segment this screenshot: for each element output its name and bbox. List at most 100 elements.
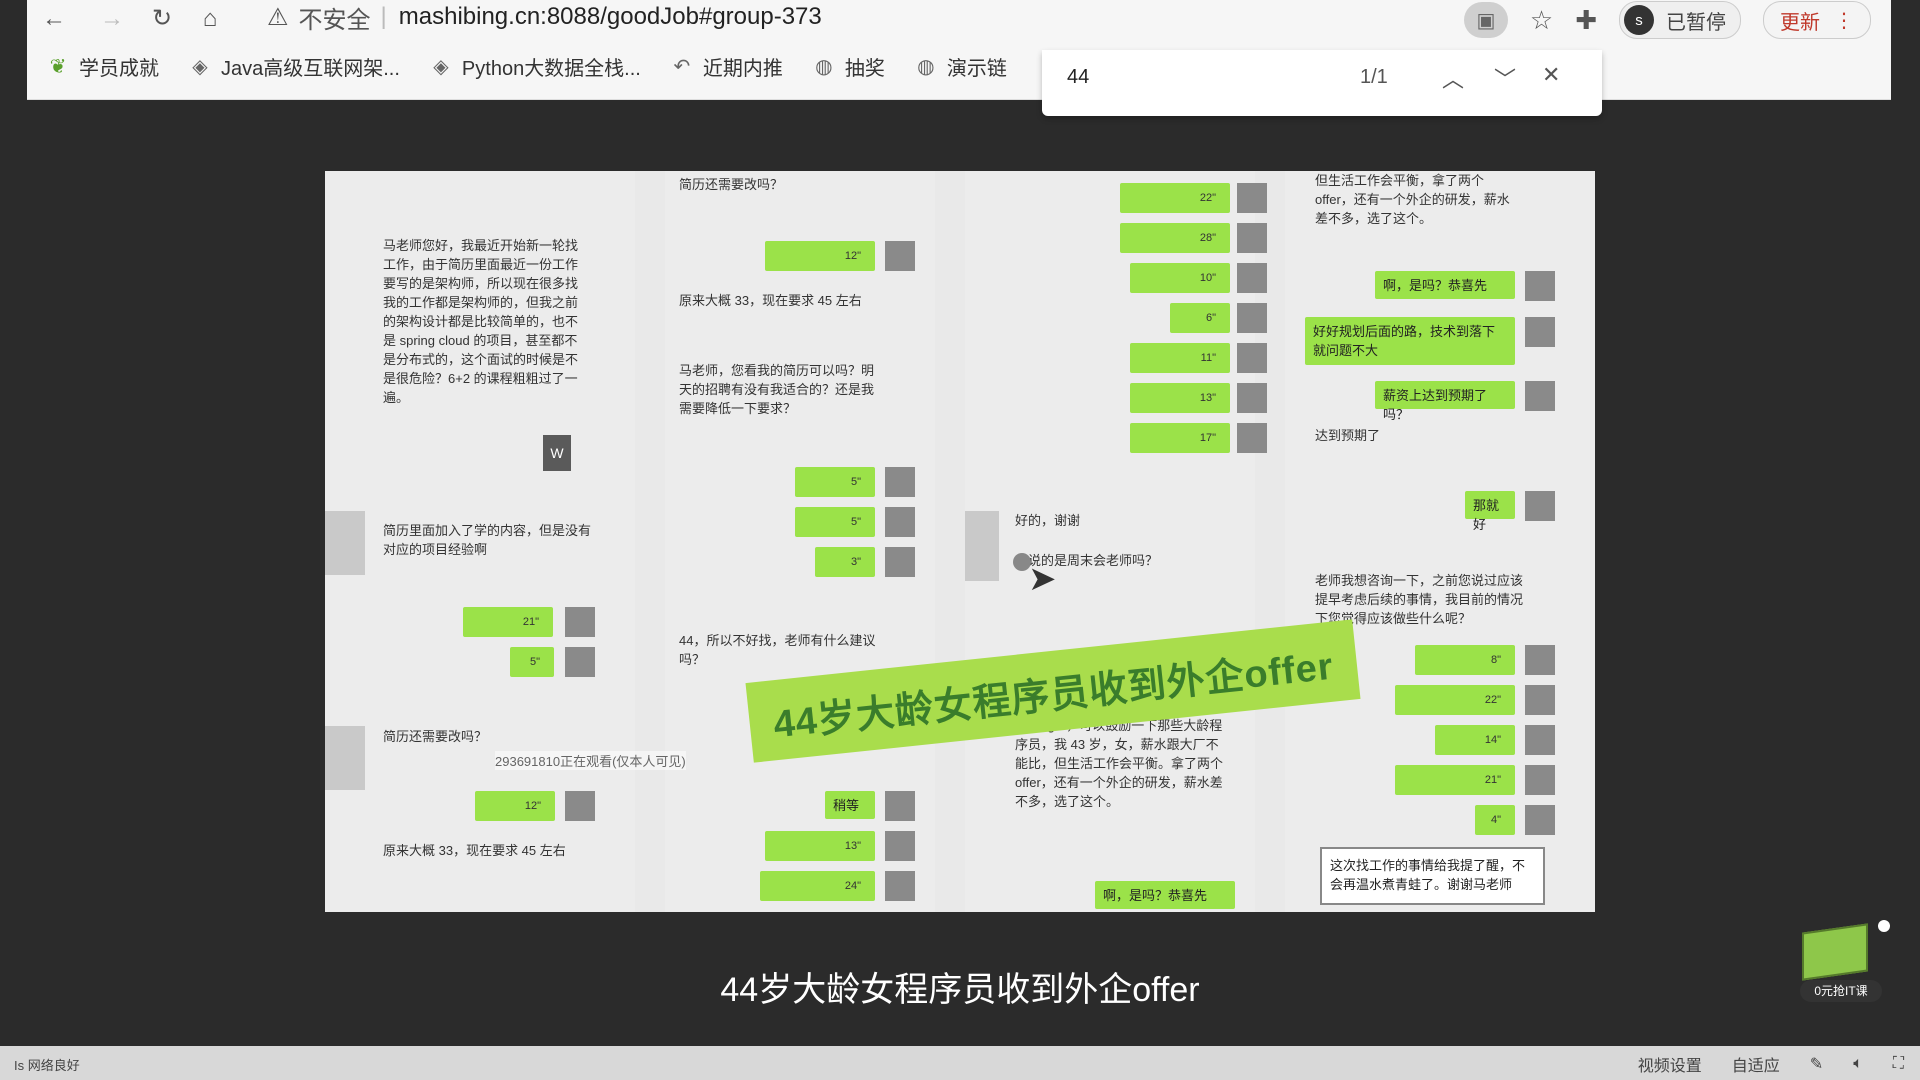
avatar-thumb <box>1525 685 1555 715</box>
text-bubble: 那就好 <box>1465 491 1515 532</box>
bookmarks-bar: ❦ 学员成就 ◈ Java高级互联网架... ◈ Python大数据全栈... ↶ 近期… <box>47 52 1007 81</box>
voice-bubble: 12" <box>475 791 555 821</box>
reload-icon[interactable]: ↻ <box>147 4 177 34</box>
pencil-icon[interactable]: ✎ <box>1810 1054 1823 1074</box>
text-bubble: 啊，是吗？恭喜先 <box>1095 881 1235 909</box>
player-control-bar: Is 网络良好 视频设置 自适应 ✎ 🔈︎ ⛶ <box>0 1046 1920 1080</box>
find-next-icon[interactable]: ﹀ <box>1494 62 1516 94</box>
voice-bubble: 28" <box>1120 223 1230 253</box>
star-icon[interactable]: ☆ <box>1530 5 1553 36</box>
extension-icon[interactable]: ▣ <box>1463 2 1508 38</box>
avatar-thumb <box>1237 183 1267 213</box>
text-bubble: 啊，是吗？恭喜先 <box>1375 271 1515 299</box>
chat-message: 达到预期了 <box>1315 428 1381 443</box>
avatar-thumb <box>1237 263 1267 293</box>
avatar-block <box>325 726 365 790</box>
avatar-thumb <box>885 467 915 497</box>
address-bar[interactable]: ⚠ 不安全 | mashibing.cn:8088/goodJob#group-… <box>267 0 822 34</box>
promo-label: 0元抢IT课 <box>1800 980 1882 1002</box>
avatar-thumb <box>565 607 595 637</box>
avatar-thumb <box>1525 805 1555 835</box>
voice-bubble: 5" <box>795 507 875 537</box>
voice-bubble: 10" <box>1130 263 1230 293</box>
back-icon[interactable]: ← <box>39 4 69 34</box>
bookmark-label: 抽奖 <box>844 58 885 80</box>
bookmark-2[interactable]: ◈ Python大数据全栈... <box>430 52 641 81</box>
avatar-thumb <box>565 791 595 821</box>
avatar-thumb <box>885 241 915 271</box>
url-text[interactable]: mashibing.cn:8088/goodJob#group-373 <box>399 3 822 31</box>
avatar-thumb <box>1525 271 1555 301</box>
chat-column-1: 马老师您好，我最近开始新一轮找工作，由于简历里面最近一份工作要写的是架构师，所以… <box>325 171 635 912</box>
browser-chrome: ← → ↻ ⌂ ⚠ 不安全 | mashibing.cn:8088/goodJo… <box>27 0 1891 116</box>
promo-board-icon <box>1802 923 1868 981</box>
more-menu-icon[interactable]: ⋮ <box>1834 8 1854 33</box>
bookmark-0[interactable]: ❦ 学员成就 <box>47 52 159 81</box>
voice-bubble: 17" <box>1130 423 1230 453</box>
promo-widget[interactable]: 0元抢IT课 <box>1800 920 1890 1004</box>
bookmark-label: 演示链 <box>946 58 1007 80</box>
avatar-thumb <box>885 791 915 821</box>
avatar-thumb <box>1525 381 1555 411</box>
globe-icon: ◍ <box>815 56 833 78</box>
volume-icon[interactable]: 🔈︎ <box>1853 1055 1863 1073</box>
update-button[interactable]: 更新 ⋮ <box>1763 1 1871 39</box>
voice-bubble: 6" <box>1170 303 1230 333</box>
voice-bubble: 22" <box>1395 685 1515 715</box>
avatar-thumb <box>1237 223 1267 253</box>
voice-bubble: 13" <box>1130 383 1230 413</box>
text-bubble: 好好规划后面的路，技术到落下就问题不大 <box>1305 317 1515 365</box>
voice-bubble: 4" <box>1475 805 1515 835</box>
chat-message: 好的，谢谢 <box>1015 513 1081 528</box>
text-bubble: 这次找工作的事情给我提了醒，不会再温水煮青蛙了。谢谢马老师 <box>1320 847 1545 905</box>
avatar-thumb <box>885 831 915 861</box>
avatar-thumb <box>1237 383 1267 413</box>
avatar-thumb <box>885 547 915 577</box>
find-input[interactable]: 44 <box>1067 66 1089 89</box>
avatar-thumb <box>1237 423 1267 453</box>
share-icon: ↶ <box>673 56 691 78</box>
avatar-thumb <box>565 647 595 677</box>
video-frame[interactable]: 马老师您好，我最近开始新一轮找工作，由于简历里面最近一份工作要写的是架构师，所以… <box>325 171 1595 912</box>
avatar-thumb <box>1525 645 1555 675</box>
find-prev-icon[interactable]: ︿ <box>1442 62 1464 94</box>
leaf-icon: ❦ <box>49 56 67 78</box>
find-close-icon[interactable]: ✕ <box>1542 62 1560 88</box>
chat-message: 原来大概 33，现在要求 45 左右 <box>383 843 566 858</box>
puzzle-icon[interactable]: ✚ <box>1575 5 1597 36</box>
video-settings-button[interactable]: 视频设置 <box>1638 1052 1702 1076</box>
word-doc-icon: W <box>543 435 571 471</box>
bookmark-1[interactable]: ◈ Java高级互联网架... <box>189 52 400 81</box>
text-bubble: 稍等 <box>825 791 875 819</box>
voice-bubble: 14" <box>1435 725 1515 755</box>
mouse-cursor-icon: ➤ <box>1028 560 1057 598</box>
home-icon[interactable]: ⌂ <box>195 4 225 34</box>
bookmark-label: 学员成就 <box>79 58 159 80</box>
gem-icon: ◈ <box>192 56 208 78</box>
text-bubble: 薪资上达到预期了吗？ <box>1375 381 1515 422</box>
chat-message: 但生活工作会平衡，拿了两个 offer，还有一个外企的研发，薪水差不多，选了这个… <box>1315 173 1510 226</box>
chat-message: 马老师您好，我最近开始新一轮找工作，由于简历里面最近一份工作要写的是架构师，所以… <box>383 238 579 405</box>
find-bar: 44 1/1 ︿ ﹀ ✕ <box>1042 50 1602 116</box>
bookmark-4[interactable]: ◍ 抽奖 <box>813 52 885 81</box>
fit-button[interactable]: 自适应 <box>1732 1052 1780 1076</box>
promo-close-dot[interactable] <box>1878 920 1890 932</box>
profile-paused-button[interactable]: s 已暂停 <box>1619 1 1741 39</box>
voice-bubble: 24" <box>760 871 875 901</box>
chat-column-4: 但生活工作会平衡，拿了两个 offer，还有一个外企的研发，薪水差不多，选了这个… <box>1285 171 1595 912</box>
avatar-thumb <box>885 871 915 901</box>
warning-icon: ⚠ <box>267 3 289 31</box>
avatar-thumb <box>1525 317 1555 347</box>
avatar-thumb <box>885 507 915 537</box>
chat-column-2: 简历还需要改吗？ 12" 原来大概 33，现在要求 45 左右 马老师，您看我的… <box>665 171 935 912</box>
network-status: Is 网络良好 <box>14 1058 80 1073</box>
forward-icon[interactable]: → <box>97 4 127 34</box>
avatar-block <box>965 511 999 581</box>
chat-message: 马老师，您看我的简历可以吗？明天的招聘有没有我适合的？还是我需要降低一下要求？ <box>679 363 875 416</box>
find-count: 1/1 <box>1360 66 1388 88</box>
voice-bubble: 5" <box>510 647 554 677</box>
gem-icon: ◈ <box>433 56 449 78</box>
fullscreen-icon[interactable]: ⛶ <box>1893 1055 1904 1073</box>
bookmark-5[interactable]: ◍ 演示链 <box>915 52 1007 81</box>
bookmark-3[interactable]: ↶ 近期内推 <box>671 52 782 81</box>
